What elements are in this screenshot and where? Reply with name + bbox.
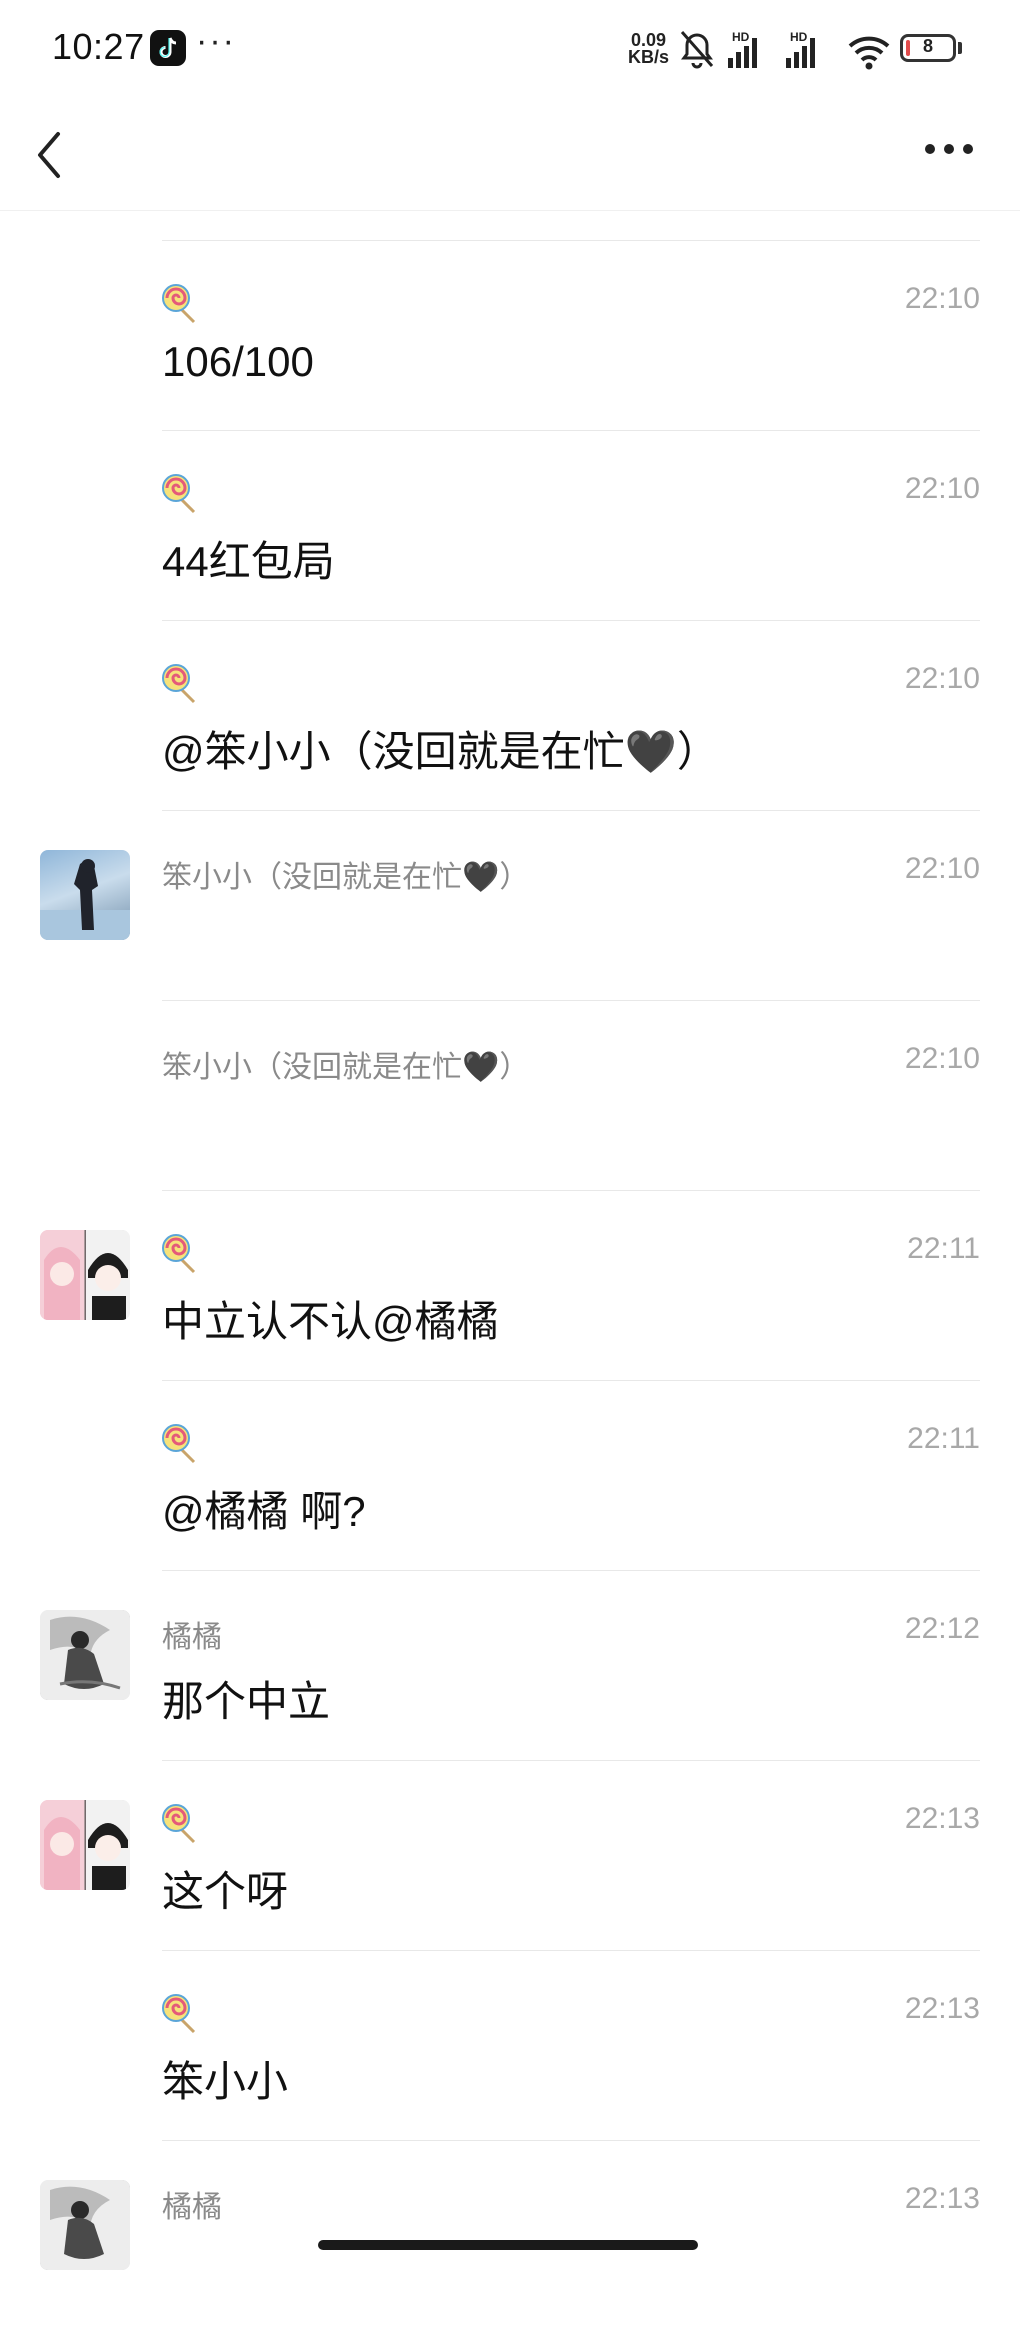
nav-bar bbox=[0, 100, 1020, 211]
more-options-button[interactable] bbox=[916, 128, 986, 178]
lollipop-icon bbox=[162, 1234, 196, 1274]
more-notifications-indicator: ··· bbox=[196, 22, 236, 60]
tiktok-notification-icon bbox=[150, 30, 186, 66]
status-bar: 10:27 ··· 0.09 KB/s HD HD 8 bbox=[0, 0, 1020, 100]
message-item[interactable]: 笨小小（没回就是在忙🖤） 22:10 bbox=[0, 810, 1020, 1000]
message-item[interactable]: 22:11 @橘橘 啊? bbox=[0, 1380, 1020, 1570]
battery-tip bbox=[958, 42, 962, 54]
message-item[interactable]: 笨小小（没回就是在忙🖤） 22:10 bbox=[0, 1000, 1020, 1190]
message-item[interactable]: 22:10 106/100 bbox=[0, 240, 1020, 430]
sender-name: 橘橘 bbox=[162, 1621, 222, 1654]
message-item[interactable]: 22:13 这个呀 bbox=[0, 1760, 1020, 1950]
mute-icon bbox=[680, 31, 714, 69]
message-timestamp: 22:12 bbox=[904, 1612, 980, 1645]
ellipsis-icon bbox=[925, 144, 973, 154]
network-speed-unit: KB/s bbox=[628, 47, 670, 67]
chevron-left-icon bbox=[38, 132, 60, 178]
message-text[interactable]: @笨小小（没回就是在忙🖤） bbox=[162, 718, 719, 779]
home-indicator[interactable] bbox=[318, 2240, 698, 2250]
message-timestamp: 22:11 bbox=[907, 1232, 980, 1265]
message-item[interactable]: 橘橘 22:12 那个中立 bbox=[0, 1570, 1020, 1760]
message-text[interactable]: 106/100 bbox=[162, 338, 314, 386]
message-item[interactable]: 22:10 @笨小小（没回就是在忙🖤） bbox=[0, 620, 1020, 810]
message-timestamp: 22:13 bbox=[904, 2182, 980, 2215]
message-item[interactable]: 22:13 笨小小 bbox=[0, 1950, 1020, 2140]
lollipop-icon bbox=[162, 1424, 196, 1464]
avatar-image bbox=[40, 1230, 130, 1320]
avatar[interactable] bbox=[40, 1610, 130, 1700]
message-timestamp: 22:13 bbox=[904, 1992, 980, 2025]
avatar[interactable] bbox=[40, 1230, 130, 1320]
message-timestamp: 22:10 bbox=[904, 1042, 980, 1075]
avatar-image bbox=[40, 1800, 130, 1890]
lollipop-icon bbox=[162, 1804, 196, 1844]
message-timestamp: 22:10 bbox=[904, 472, 980, 505]
avatar[interactable] bbox=[40, 2180, 130, 2270]
battery-level: 8 bbox=[922, 36, 933, 56]
lollipop-icon bbox=[162, 664, 196, 704]
lollipop-icon bbox=[162, 1994, 196, 2034]
message-timestamp: 22:10 bbox=[904, 852, 980, 885]
battery-icon: 8 bbox=[900, 34, 956, 62]
message-item[interactable]: 橘橘 22:13 bbox=[0, 2140, 1020, 2330]
avatar-image bbox=[40, 2180, 130, 2270]
hd-label-1: HD bbox=[732, 30, 750, 44]
sender-name: 笨小小（没回就是在忙🖤） bbox=[162, 1051, 530, 1084]
message-text[interactable]: 那个中立 bbox=[162, 1668, 330, 1729]
message-text[interactable]: 这个呀 bbox=[162, 1858, 288, 1919]
message-timestamp: 22:10 bbox=[904, 662, 980, 695]
sender-name: 笨小小（没回就是在忙🖤） bbox=[162, 861, 530, 894]
network-speed: 0.09 KB/s bbox=[628, 31, 670, 67]
message-text[interactable]: @橘橘 啊? bbox=[162, 1478, 366, 1539]
lollipop-icon bbox=[162, 284, 196, 324]
message-timestamp: 22:13 bbox=[904, 1802, 980, 1835]
hd-label-2: HD bbox=[790, 30, 808, 44]
message-text[interactable]: 中立认不认@橘橘 bbox=[162, 1288, 499, 1349]
status-time: 10:27 bbox=[52, 26, 145, 67]
message-item[interactable]: 22:10 44红包局 bbox=[0, 430, 1020, 620]
lollipop-icon bbox=[162, 474, 196, 514]
back-button[interactable] bbox=[22, 120, 92, 190]
message-timestamp: 22:10 bbox=[904, 282, 980, 315]
wifi-icon bbox=[848, 36, 890, 70]
avatar[interactable] bbox=[40, 1800, 130, 1890]
avatar-image bbox=[40, 859, 130, 940]
sender-name: 橘橘 bbox=[162, 2191, 222, 2224]
avatar-image bbox=[40, 1610, 130, 1700]
message-item[interactable]: 22:11 中立认不认@橘橘 bbox=[0, 1190, 1020, 1380]
avatar[interactable] bbox=[40, 850, 130, 940]
message-text[interactable]: 笨小小 bbox=[162, 2048, 288, 2109]
message-text[interactable]: 44红包局 bbox=[162, 528, 335, 589]
message-timestamp: 22:11 bbox=[907, 1422, 980, 1455]
